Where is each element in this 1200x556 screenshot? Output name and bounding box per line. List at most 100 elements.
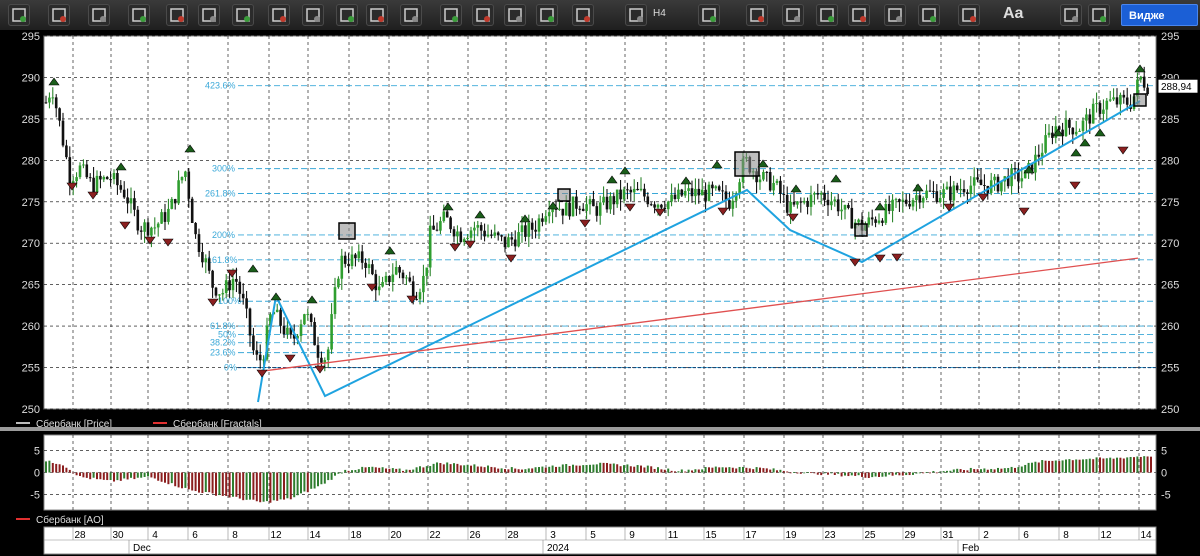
- candle-body: [819, 192, 823, 195]
- day-label: 19: [785, 530, 797, 541]
- journal-icon[interactable]: [302, 4, 324, 26]
- chart-icon[interactable]: [128, 4, 150, 26]
- candle-body: [656, 204, 660, 208]
- hand-icon[interactable]: [918, 4, 940, 26]
- candle-body: [687, 188, 690, 191]
- ruler-icon[interactable]: [848, 4, 870, 26]
- candle-body: [252, 335, 255, 351]
- candle-body: [673, 194, 677, 199]
- ao-bar: [218, 472, 221, 496]
- ao-bar: [918, 472, 921, 474]
- indicator-add-icon[interactable]: [625, 4, 647, 26]
- candle-body: [527, 222, 531, 237]
- zoom-out-icon[interactable]: [816, 4, 838, 26]
- day-label: 14: [309, 530, 321, 541]
- candle-body: [779, 180, 782, 194]
- candle-body: [632, 188, 636, 193]
- candle-body: [469, 230, 473, 238]
- candle-body: [320, 357, 323, 363]
- ao-bar: [215, 472, 217, 496]
- ao-bar: [714, 466, 717, 473]
- bag-icon[interactable]: [572, 4, 594, 26]
- ao-bar: [534, 467, 537, 473]
- ao-bar: [245, 472, 248, 500]
- money-report-icon[interactable]: [440, 4, 462, 26]
- candle-body: [806, 200, 809, 207]
- candle-body: [1064, 119, 1068, 137]
- ao-bar: [677, 471, 680, 473]
- ao-bar: [1037, 462, 1040, 473]
- fit-icon[interactable]: [746, 4, 768, 26]
- ao-bar: [521, 469, 523, 473]
- candle-body: [184, 171, 187, 178]
- candle-body: [707, 184, 711, 201]
- ao-bar: [606, 462, 608, 473]
- new-window-icon[interactable]: [88, 4, 110, 26]
- ao-bar: [694, 469, 697, 473]
- ao-bar: [708, 467, 710, 473]
- ao-bar: [769, 469, 772, 473]
- candle-body: [1034, 154, 1037, 173]
- ao-bar: [932, 471, 935, 473]
- font-size-button[interactable]: Aa: [1003, 5, 1023, 23]
- portfolio-icon[interactable]: [366, 4, 388, 26]
- ao-bar: [592, 464, 595, 473]
- ao-bar: [327, 472, 330, 481]
- candle-body: [677, 189, 680, 199]
- candle-body: [762, 171, 765, 180]
- crosshair-icon[interactable]: [698, 4, 720, 26]
- ao-bar: [1085, 459, 1088, 473]
- candle-body: [605, 196, 609, 210]
- briefcase-icon[interactable]: [536, 4, 558, 26]
- ao-bar: [109, 472, 112, 481]
- candle-body: [99, 175, 102, 180]
- fill-icon[interactable]: [1088, 4, 1110, 26]
- report-icon[interactable]: [400, 4, 422, 26]
- candle-body: [972, 177, 976, 186]
- zoom-in-icon[interactable]: [782, 4, 804, 26]
- candle-body: [575, 196, 578, 209]
- timeframe-label[interactable]: H4: [653, 8, 666, 19]
- ao-bar: [572, 464, 574, 473]
- widgets-button[interactable]: Видже: [1121, 4, 1198, 26]
- ao-bar: [1017, 467, 1020, 473]
- ao-bar: [160, 472, 163, 482]
- ao-bar: [510, 467, 513, 473]
- ao-bar: [629, 466, 632, 473]
- ao-bar: [453, 463, 455, 473]
- candle-body: [942, 189, 945, 198]
- list-icon[interactable]: [198, 4, 220, 26]
- text-icon[interactable]: [1060, 4, 1082, 26]
- rectangle-icon[interactable]: [958, 4, 980, 26]
- candle-body: [428, 225, 432, 268]
- money-doc-icon[interactable]: [472, 4, 494, 26]
- ao-bar: [398, 468, 401, 473]
- target-icon[interactable]: [884, 4, 906, 26]
- ao-bar: [1112, 458, 1115, 473]
- ao-bar: [640, 465, 642, 473]
- chart-area[interactable]: 423.6%300%261.8%200%161.8%100%61.8%50%38…: [0, 30, 1200, 556]
- candle-body: [836, 199, 840, 212]
- panel-separator[interactable]: [0, 427, 1200, 431]
- ao-bar: [541, 466, 544, 473]
- blank-icon[interactable]: [336, 4, 358, 26]
- ao-bar: [1119, 457, 1122, 473]
- candle-body: [690, 188, 694, 197]
- ao-bar: [1150, 456, 1152, 473]
- ao-bar: [680, 469, 683, 473]
- settings-icon[interactable]: [268, 4, 290, 26]
- tools-icon[interactable]: [48, 4, 70, 26]
- ao-bar: [626, 464, 629, 473]
- day-label: 4: [152, 530, 158, 541]
- handshake-icon[interactable]: [232, 4, 254, 26]
- documents-icon[interactable]: [504, 4, 526, 26]
- candle-body: [711, 184, 714, 189]
- ao-bar: [75, 472, 78, 476]
- ao-bar: [62, 465, 64, 473]
- ao-bar: [711, 467, 714, 473]
- scatter-icon[interactable]: [166, 4, 188, 26]
- fork-icon[interactable]: [8, 4, 30, 26]
- candle-body: [313, 322, 316, 346]
- candle-body: [129, 198, 133, 204]
- pivot-box: [557, 188, 571, 202]
